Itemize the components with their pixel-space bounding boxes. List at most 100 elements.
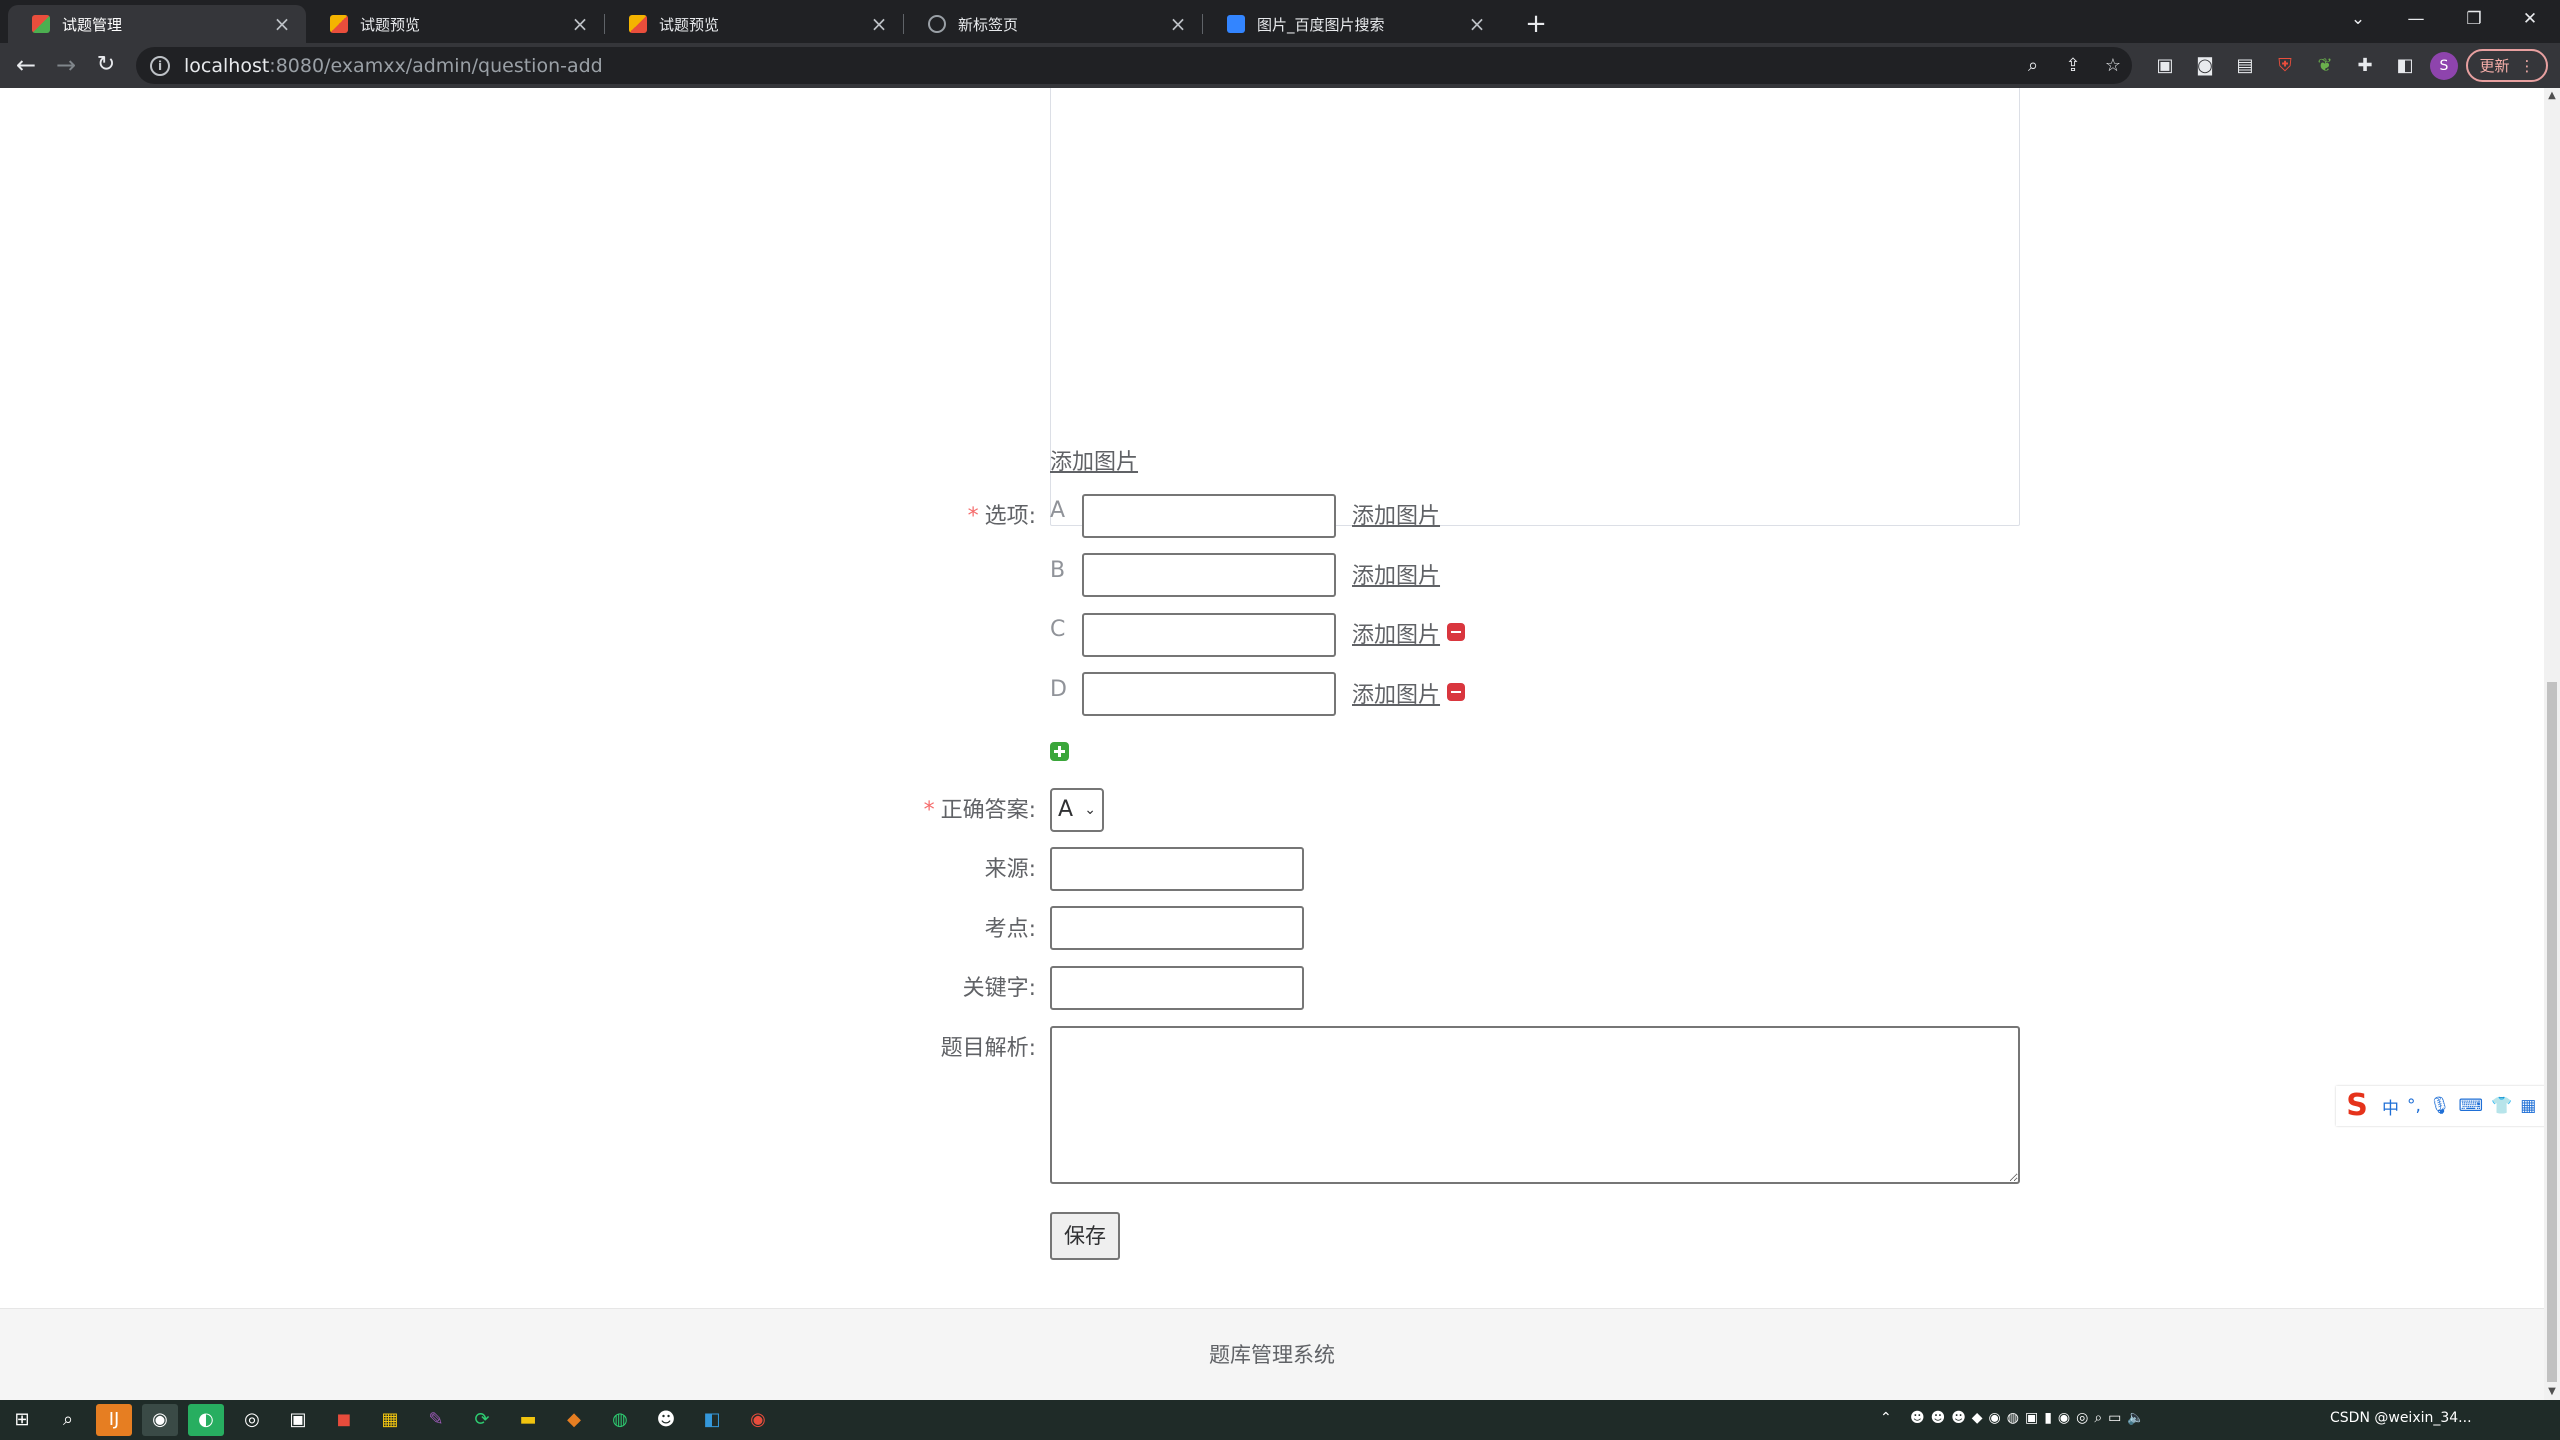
ime-punct-text[interactable]: °, bbox=[2407, 1096, 2421, 1116]
minimize-button[interactable]: — bbox=[2396, 4, 2436, 34]
keyword-input[interactable] bbox=[1050, 966, 1304, 1010]
extension-translate-icon[interactable]: ▣ bbox=[2150, 51, 2180, 81]
option-letter: C bbox=[1050, 617, 1066, 642]
office-app-icon[interactable]: ◼ bbox=[326, 1404, 362, 1436]
exam-point-input[interactable] bbox=[1050, 906, 1304, 950]
correct-answer-select[interactable]: A ⌄ bbox=[1050, 788, 1104, 832]
page-viewport: 添加图片 * 选项: A 添加图片 B 添加图片 C 添加图片 D 添加图片 * 正… bbox=[0, 88, 2544, 1400]
address-bar[interactable]: i localhost:8080/examxx/admin/question-a… bbox=[136, 47, 2132, 84]
grid-app-icon[interactable]: ▦ bbox=[372, 1404, 408, 1436]
option-d-add-image-link[interactable]: 添加图片 bbox=[1352, 677, 1440, 709]
analysis-textarea[interactable] bbox=[1050, 1026, 2020, 1184]
url-text[interactable]: localhost:8080/examxx/admin/question-add bbox=[184, 55, 603, 77]
close-icon[interactable]: × bbox=[869, 12, 889, 36]
reload-icon[interactable]: ↻ bbox=[90, 49, 122, 81]
add-image-link[interactable]: 添加图片 bbox=[1050, 444, 1138, 476]
feishu-app-icon[interactable]: ◧ bbox=[694, 1404, 730, 1436]
obs-app-icon[interactable]: ◉ bbox=[740, 1404, 776, 1436]
close-window-button[interactable]: ✕ bbox=[2510, 4, 2550, 34]
forward-arrow-icon[interactable]: → bbox=[50, 49, 82, 81]
tab-new-tab[interactable]: 新标签页 × bbox=[904, 5, 1202, 43]
option-b-input[interactable] bbox=[1082, 553, 1336, 597]
extensions-puzzle-icon[interactable]: ✚ bbox=[2350, 51, 2380, 81]
tab-question-manage[interactable]: 试题管理 × bbox=[8, 5, 306, 43]
windows-start-icon[interactable]: ⊞ bbox=[4, 1404, 40, 1436]
tab-title: 试题管理 bbox=[62, 15, 123, 34]
update-button[interactable]: 更新 ⋮ bbox=[2466, 49, 2548, 82]
skin-shirt-icon[interactable]: 👕 bbox=[2491, 1096, 2512, 1116]
option-d-input[interactable] bbox=[1082, 672, 1336, 716]
scroll-down-arrow-icon[interactable]: ▼ bbox=[2544, 1384, 2560, 1400]
zoom-icon[interactable]: ⌕ bbox=[2018, 51, 2048, 81]
source-label: 来源: bbox=[984, 857, 1036, 882]
tab-question-preview-2[interactable]: 试题预览 × bbox=[605, 5, 903, 43]
option-letter: B bbox=[1050, 558, 1066, 583]
more-menu-icon[interactable]: ⋮ bbox=[2520, 57, 2535, 75]
answer-label: * 正确答案: bbox=[860, 792, 1036, 824]
close-icon[interactable]: × bbox=[272, 12, 292, 36]
bookmark-star-icon[interactable]: ☆ bbox=[2098, 51, 2128, 81]
close-icon[interactable]: × bbox=[1467, 12, 1487, 36]
url-path: :8080/examxx/admin/question-add bbox=[269, 54, 603, 77]
extension-image-icon[interactable]: ▤ bbox=[2230, 51, 2260, 81]
wechat-app-icon[interactable]: ◍ bbox=[602, 1404, 638, 1436]
sync-app-icon[interactable]: ⟳ bbox=[464, 1404, 500, 1436]
question-content-editor[interactable] bbox=[1050, 88, 2020, 526]
share-icon[interactable]: ⇪ bbox=[2058, 51, 2088, 81]
keyboard-icon[interactable]: ⌨ bbox=[2459, 1096, 2484, 1116]
scroll-up-arrow-icon[interactable]: ▲ bbox=[2544, 88, 2560, 104]
footer-text: 题库管理系统 bbox=[1209, 1343, 1335, 1367]
search-icon[interactable]: ⌕ bbox=[50, 1404, 86, 1436]
extension-shield-icon[interactable]: ⛨ bbox=[2270, 51, 2300, 81]
app-icon[interactable]: ◐ bbox=[188, 1404, 224, 1436]
back-arrow-icon[interactable]: ← bbox=[10, 49, 42, 81]
file-explorer-icon[interactable]: ▬ bbox=[510, 1404, 546, 1436]
ime-mode-text[interactable]: 中 bbox=[2382, 1094, 2399, 1119]
required-asterisk: * bbox=[923, 798, 935, 823]
tab-question-preview-1[interactable]: 试题预览 × bbox=[306, 5, 604, 43]
record-app-icon[interactable]: ◎ bbox=[234, 1404, 270, 1436]
page-scrollbar[interactable]: ▲ ▼ bbox=[2544, 88, 2560, 1400]
option-c-input[interactable] bbox=[1082, 613, 1336, 657]
extension-camera-icon[interactable]: ◙ bbox=[2190, 51, 2220, 81]
info-icon[interactable]: i bbox=[150, 55, 170, 76]
option-c-add-image-link[interactable]: 添加图片 bbox=[1352, 617, 1440, 649]
option-a-input[interactable] bbox=[1082, 494, 1336, 538]
restore-button[interactable]: ❐ bbox=[2454, 4, 2494, 34]
source-input[interactable] bbox=[1050, 847, 1304, 891]
intellij-app-icon[interactable]: IJ bbox=[96, 1404, 132, 1436]
save-button[interactable]: 保存 bbox=[1050, 1212, 1120, 1260]
close-icon[interactable]: × bbox=[1168, 12, 1188, 36]
option-letter: D bbox=[1050, 677, 1067, 702]
remove-option-c-icon[interactable] bbox=[1447, 623, 1465, 641]
tab-title: 新标签页 bbox=[958, 15, 1019, 34]
page-footer: 题库管理系统 bbox=[0, 1308, 2544, 1400]
browser-toolbar: ← → ↻ i localhost:8080/examxx/admin/ques… bbox=[0, 43, 2560, 88]
chrome-app-icon[interactable]: ◉ bbox=[142, 1404, 178, 1436]
tab-baidu-images[interactable]: 图片_百度图片搜索 × bbox=[1203, 5, 1501, 43]
tab-search-chevron-down-icon[interactable]: ⌄ bbox=[2338, 4, 2378, 34]
sublime-app-icon[interactable]: ◆ bbox=[556, 1404, 592, 1436]
microphone-icon[interactable]: 🎙 bbox=[2429, 1096, 2451, 1116]
profile-avatar[interactable]: S bbox=[2430, 52, 2458, 80]
tab-favicon-icon bbox=[32, 15, 50, 33]
option-letter: A bbox=[1050, 498, 1066, 523]
tray-icons[interactable]: ☻☻☻◆◉◍▣▮◉◎⌕▭🔈 bbox=[1910, 1410, 2320, 1426]
close-icon[interactable]: × bbox=[570, 12, 590, 36]
sogou-logo-icon: S bbox=[2340, 1089, 2374, 1123]
add-option-icon[interactable] bbox=[1050, 742, 1069, 761]
new-tab-button[interactable]: + bbox=[1520, 8, 1552, 40]
option-b-add-image-link[interactable]: 添加图片 bbox=[1352, 558, 1440, 590]
remote-desktop-icon[interactable]: ▣ bbox=[280, 1404, 316, 1436]
extension-leaf-icon[interactable]: ❦ bbox=[2310, 51, 2340, 81]
update-label: 更新 bbox=[2479, 57, 2510, 75]
toolbox-grid-icon[interactable]: ▦ bbox=[2520, 1096, 2536, 1116]
ime-toolbar[interactable]: S 中 °, 🎙 ⌨ 👕 ▦ bbox=[2336, 1086, 2544, 1126]
paint-app-icon[interactable]: ✎ bbox=[418, 1404, 454, 1436]
option-a-add-image-link[interactable]: 添加图片 bbox=[1352, 498, 1440, 530]
remove-option-d-icon[interactable] bbox=[1447, 683, 1465, 701]
side-panel-icon[interactable]: ◧ bbox=[2390, 51, 2420, 81]
tray-chevron-up-icon[interactable]: ⌃ bbox=[1880, 1410, 1892, 1426]
qq-app-icon[interactable]: ☻ bbox=[648, 1404, 684, 1436]
scrollbar-thumb[interactable] bbox=[2547, 682, 2557, 1382]
